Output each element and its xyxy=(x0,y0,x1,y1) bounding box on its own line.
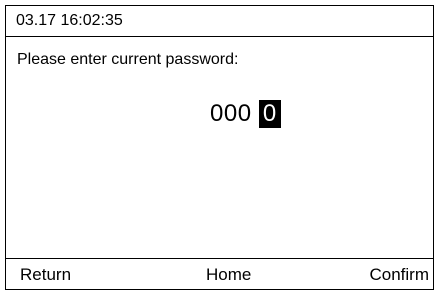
home-button[interactable]: Home xyxy=(206,265,251,285)
date-time-display: 03.17 16:02:35 xyxy=(16,12,123,29)
entered-password-digits: 000 xyxy=(210,100,252,127)
password-entry[interactable]: 000 0 xyxy=(210,99,281,129)
active-password-digit[interactable]: 0 xyxy=(258,100,281,128)
password-prompt: Please enter current password: xyxy=(17,51,239,68)
status-header: 03.17 16:02:35 xyxy=(6,6,433,37)
password-entry-screen: 03.17 16:02:35 Please enter current pass… xyxy=(5,5,434,290)
return-button[interactable]: Return xyxy=(20,265,71,285)
confirm-button[interactable]: Confirm xyxy=(369,265,429,285)
footer-softkeys: Return Home Confirm xyxy=(6,258,433,289)
